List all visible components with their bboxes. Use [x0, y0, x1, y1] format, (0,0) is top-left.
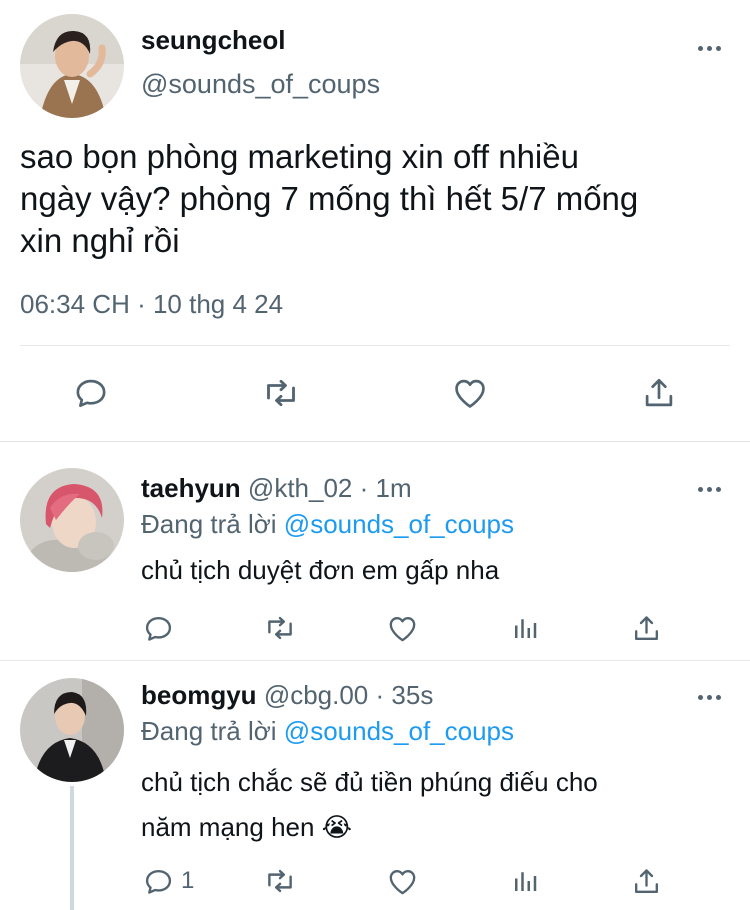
more-options-icon[interactable]: [695, 691, 723, 703]
reply-icon[interactable]: [140, 611, 176, 645]
more-options-icon[interactable]: [695, 42, 723, 54]
replying-to-link[interactable]: @sounds_of_coups: [284, 716, 514, 746]
reply-text: chủ tịch chắc sẽ đủ tiền phúng điếu cho …: [141, 760, 598, 850]
reply-time[interactable]: · 35s: [376, 680, 434, 710]
replying-to-link[interactable]: @sounds_of_coups: [284, 509, 514, 539]
tweet-text-line: sao bọn phòng marketing xin off nhiều: [20, 138, 579, 175]
avatar-seungcheol[interactable]: [20, 14, 124, 118]
like-icon[interactable]: [384, 611, 420, 645]
reply-display-name[interactable]: taehyun: [141, 473, 241, 503]
main-display-name[interactable]: seungcheol: [141, 24, 285, 56]
more-options-icon[interactable]: [695, 483, 723, 495]
share-icon[interactable]: [628, 611, 664, 645]
share-icon[interactable]: [638, 372, 680, 414]
reply-count: 1: [181, 867, 195, 894]
avatar-taehyun[interactable]: [20, 468, 124, 572]
replying-to-label: Đang trả lời: [141, 716, 277, 746]
main-tweet-text: sao bọn phòng marketing xin off nhiều ng…: [20, 136, 638, 262]
thread-connector-line: [70, 786, 74, 910]
section-divider: [0, 441, 750, 442]
like-icon[interactable]: [449, 372, 491, 414]
retweet-icon[interactable]: [259, 372, 303, 414]
reply-header: taehyun @kth_02 · 1m: [141, 471, 412, 505]
analytics-icon[interactable]: [507, 864, 543, 898]
reply-header: beomgyu @cbg.00 · 35s: [141, 678, 433, 712]
avatar-beomgyu[interactable]: [20, 678, 124, 782]
retweet-icon[interactable]: [261, 611, 299, 645]
analytics-icon[interactable]: [507, 611, 543, 645]
divider: [20, 345, 730, 346]
reply-display-name[interactable]: beomgyu: [141, 680, 257, 710]
replying-to-label: Đang trả lời: [141, 509, 277, 539]
reply-handle[interactable]: @cbg.00: [264, 680, 368, 710]
main-timestamp[interactable]: 06:34 CH · 10 thg 4 24: [20, 287, 283, 321]
reply-icon[interactable]: [140, 864, 176, 898]
like-icon[interactable]: [384, 864, 420, 898]
reply-text-line: chủ tịch chắc sẽ đủ tiền phúng điếu cho: [141, 767, 598, 797]
reply-text-line: năm mạng hen 😭: [141, 812, 353, 842]
replying-to-line: Đang trả lời @sounds_of_coups: [141, 714, 514, 748]
tweet-text-line: ngày vậy? phòng 7 mống thì hết 5/7 mống: [20, 180, 639, 217]
share-icon[interactable]: [628, 864, 664, 898]
section-divider: [0, 660, 750, 661]
tweet-text-line: xin nghỉ rồi: [20, 222, 180, 259]
reply-handle[interactable]: @kth_02: [248, 473, 352, 503]
reply-text: chủ tịch duyệt đơn em gấp nha: [141, 555, 500, 585]
replying-to-line: Đang trả lời @sounds_of_coups: [141, 507, 514, 541]
reply-time[interactable]: · 1m: [360, 473, 412, 503]
main-handle[interactable]: @sounds_of_coups: [141, 68, 380, 100]
reply-icon[interactable]: [70, 372, 112, 414]
retweet-icon[interactable]: [261, 864, 299, 898]
